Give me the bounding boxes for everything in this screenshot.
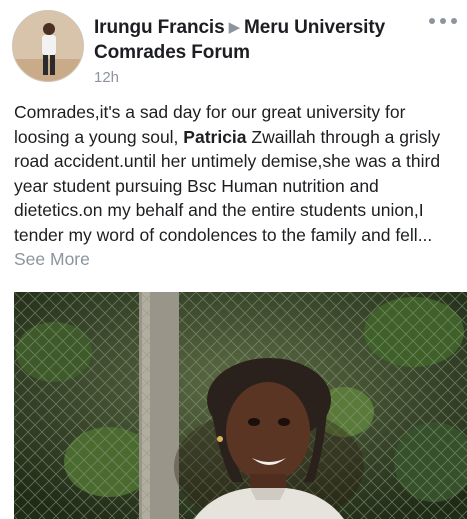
post-body: Comrades,it's a sad day for our great un… xyxy=(14,100,464,272)
see-more-link[interactable]: See More xyxy=(14,249,90,269)
avatar[interactable] xyxy=(12,10,84,82)
post-title-line: Irungu Francis ▶ Meru University Comrades … xyxy=(94,16,424,65)
post-text-bold: Patricia xyxy=(183,126,247,147)
post-header: Irungu Francis ▶ Meru University Comrades … xyxy=(94,16,424,87)
feed-post: Irungu Francis ▶ Meru University Comrades … xyxy=(0,0,467,519)
author-name[interactable]: Irungu Francis xyxy=(94,17,225,38)
post-timestamp[interactable]: 12h xyxy=(94,69,424,87)
photo-image xyxy=(14,292,467,519)
three-dots-icon[interactable] xyxy=(429,18,457,24)
right-triangle-icon: ▶ xyxy=(228,19,241,36)
avatar-image xyxy=(13,11,83,81)
post-photo[interactable] xyxy=(14,292,467,519)
